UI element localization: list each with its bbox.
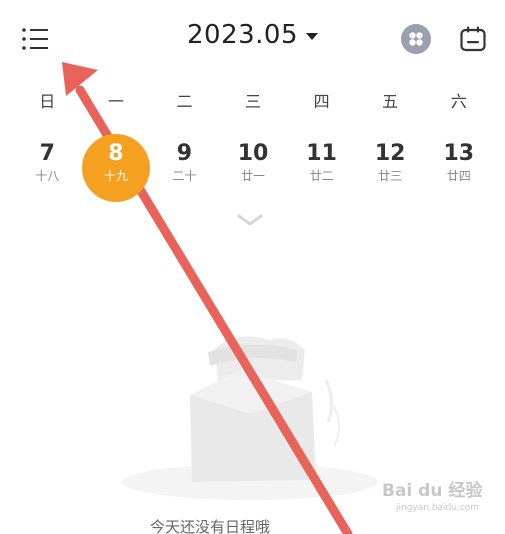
weekday-label: 二: [176, 92, 193, 111]
month-title: 2023.05: [186, 20, 299, 50]
date-number: 12: [374, 141, 406, 166]
weekday-label: 日: [39, 92, 56, 111]
date-cell[interactable]: 9 二十: [150, 140, 219, 196]
date-number: 8: [108, 141, 124, 166]
date-cell[interactable]: 10 廿一: [219, 140, 288, 196]
empty-state-text: 今天还没有日程哦: [150, 518, 271, 534]
caret-down-icon: [306, 32, 319, 40]
weekday-label: 三: [245, 92, 262, 111]
lunar-date: 廿二: [309, 169, 334, 183]
expand-month-button[interactable]: [235, 212, 265, 228]
weekday-label: 六: [450, 92, 467, 111]
date-cell-selected[interactable]: 8 十九: [81, 134, 151, 202]
lunar-date: 廿一: [241, 169, 266, 183]
watermark: Bai du 经验 jingyan.baidu.com: [382, 476, 500, 528]
weekday-label: 一: [107, 92, 124, 111]
month-picker[interactable]: 2023.05: [186, 20, 319, 50]
date-cell[interactable]: 12 廿三: [356, 140, 425, 196]
date-cell[interactable]: 11 廿二: [287, 140, 356, 196]
empty-box-illustration: [122, 336, 378, 500]
date-cell[interactable]: 7 十八: [13, 140, 82, 196]
watermark-url: jingyan.baidu.com: [396, 503, 480, 513]
lunar-date: 廿四: [446, 169, 471, 183]
lunar-date: 廿三: [378, 169, 403, 183]
lunar-date: 十八: [35, 169, 60, 183]
chevron-down-icon: [237, 214, 263, 226]
top-bar: 2023.05: [0, 0, 505, 80]
apps-button[interactable]: [401, 24, 431, 54]
weekday-row: 日 一 二 三 四 五 六: [13, 88, 493, 114]
weekday-label: 四: [313, 92, 330, 111]
date-number: 9: [176, 141, 193, 166]
calendar-icon: [460, 26, 486, 52]
date-number: 13: [443, 141, 475, 166]
date-number: 10: [237, 141, 269, 166]
date-cell[interactable]: 13 廿四: [424, 140, 493, 196]
date-number: 7: [39, 141, 55, 166]
watermark-logo: Bai du 经验: [382, 481, 483, 501]
weekday-label: 五: [382, 92, 399, 111]
today-button[interactable]: [458, 24, 488, 54]
week-dates-row: 7 十八 8 十九 9 二十 10 廿一 11 廿二 12 廿三 13 廿四: [13, 134, 493, 202]
four-dots-icon: [409, 32, 423, 46]
date-number: 11: [306, 141, 337, 166]
lunar-date: 十九: [103, 169, 128, 183]
lunar-date: 二十: [172, 169, 197, 183]
